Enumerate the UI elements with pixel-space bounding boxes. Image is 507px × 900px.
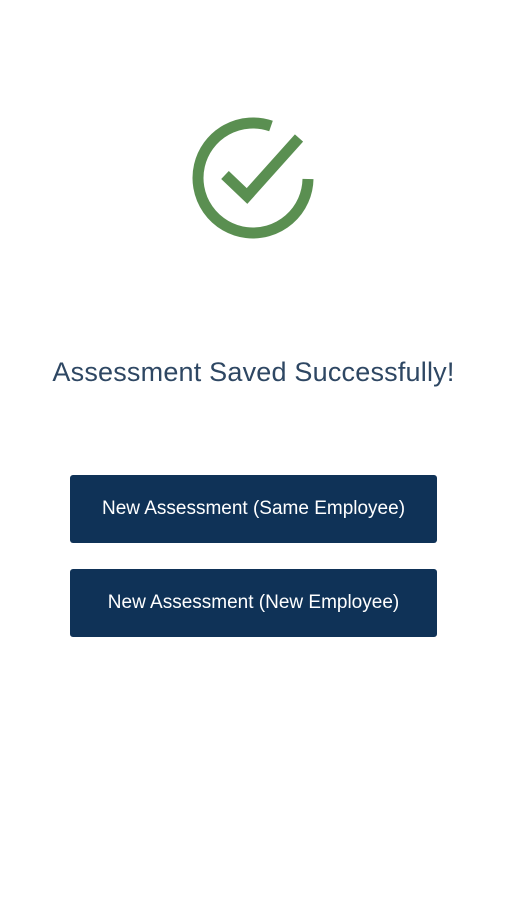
check-circle-icon xyxy=(187,113,319,245)
new-assessment-new-employee-button[interactable]: New Assessment (New Employee) xyxy=(70,569,437,637)
success-message: Assessment Saved Successfully! xyxy=(52,357,455,387)
assessment-saved-screen: Assessment Saved Successfully! New Asses… xyxy=(0,0,507,900)
check-circle-graphic xyxy=(192,117,314,239)
check-mark xyxy=(221,134,304,204)
new-assessment-same-employee-button[interactable]: New Assessment (Same Employee) xyxy=(70,475,437,543)
